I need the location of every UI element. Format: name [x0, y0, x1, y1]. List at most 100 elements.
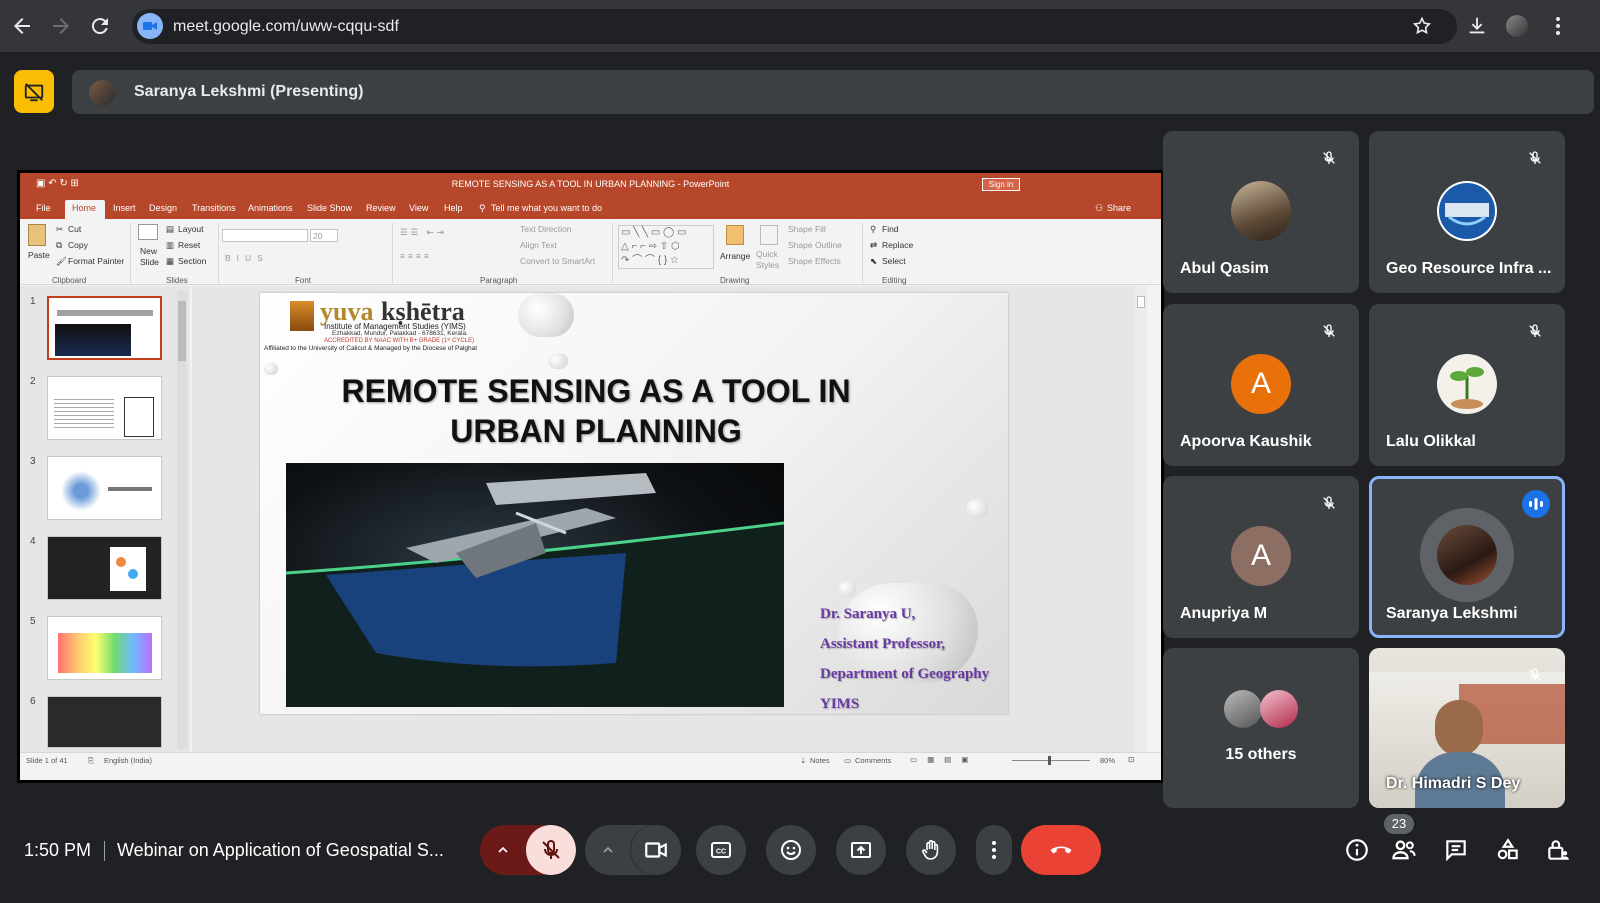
paste-label[interactable]: Paste: [28, 250, 50, 260]
reload-icon[interactable]: [88, 14, 112, 38]
shape-effects-button[interactable]: Shape Effects: [788, 256, 841, 266]
activities-button[interactable]: [1490, 832, 1526, 868]
chat-button[interactable]: [1438, 832, 1474, 868]
more-options-button[interactable]: [976, 825, 1012, 875]
tab-view[interactable]: View: [409, 203, 428, 213]
bookmark-star-icon[interactable]: [1412, 16, 1432, 36]
font-name-box[interactable]: [222, 229, 308, 242]
water-drop-decoration: [548, 353, 568, 369]
replace-button[interactable]: Replace: [882, 240, 913, 250]
new-slide-button[interactable]: New Slide: [140, 246, 162, 268]
stop-presenting-button[interactable]: [14, 70, 54, 113]
tab-insert[interactable]: Insert: [113, 203, 136, 213]
participant-tile-speaking[interactable]: Saranya Lekshmi: [1369, 476, 1565, 638]
notes-button[interactable]: Notes: [810, 756, 830, 765]
quick-styles-icon[interactable]: [760, 225, 778, 245]
others-tile[interactable]: 15 others: [1163, 648, 1359, 808]
mic-toggle-button[interactable]: [526, 825, 576, 875]
tell-me-box[interactable]: Tell me what you want to do: [491, 203, 602, 213]
tab-animations[interactable]: Animations: [248, 203, 293, 213]
author-org: YIMS: [820, 696, 860, 712]
browser-menu-icon[interactable]: [1546, 14, 1570, 38]
tab-help[interactable]: Help: [444, 203, 463, 213]
reset-button[interactable]: Reset: [178, 240, 200, 250]
download-icon[interactable]: [1466, 15, 1488, 37]
tab-transitions[interactable]: Transitions: [192, 203, 236, 213]
people-button[interactable]: [1386, 832, 1422, 868]
shape-fill-button[interactable]: Shape Fill: [788, 224, 826, 234]
current-slide[interactable]: yuva kṣhētra Institute of Management Stu…: [260, 293, 1008, 714]
participant-tile[interactable]: A Anupriya M: [1163, 476, 1359, 638]
participant-tile[interactable]: Abul Qasim: [1163, 131, 1359, 293]
slide-thumbnail-6[interactable]: [47, 696, 162, 748]
tab-review[interactable]: Review: [366, 203, 396, 213]
present-now-button[interactable]: [836, 825, 886, 875]
comments-icon: ▭: [844, 756, 852, 765]
video-options-chevron-icon[interactable]: [585, 825, 631, 875]
plant-avatar: [1437, 354, 1497, 414]
copy-button[interactable]: Copy: [68, 240, 88, 250]
chat-icon: [1446, 840, 1466, 862]
people-count-badge: 23: [1384, 814, 1414, 834]
slide-thumbnail-1[interactable]: [47, 296, 162, 360]
format-painter-button[interactable]: Format Painter: [68, 256, 124, 266]
mic-off-icon: [1316, 145, 1342, 171]
forward-icon[interactable]: [49, 14, 73, 38]
ribbon-divider: [130, 223, 131, 283]
cut-button[interactable]: Cut: [68, 224, 81, 234]
cut-icon: ✂: [56, 224, 64, 234]
font-size-box[interactable]: 20: [310, 229, 338, 242]
convert-smartart-button[interactable]: Convert to SmartArt: [520, 256, 595, 266]
shapes-gallery[interactable]: ▭ ╲ ╲ ▭ ◯ ▭ △ ⌐ ⌐ ⇨ ⇧ ⬡ ↷ ⌒ ⌒ { } ☆: [618, 225, 714, 269]
hand-icon: [922, 839, 939, 860]
participant-tile[interactable]: Geo Resource Infra ...: [1369, 131, 1565, 293]
participant-tile[interactable]: Lalu Olikkal: [1369, 304, 1565, 466]
view-mode-icons[interactable]: ▭▦▤▣: [910, 755, 978, 764]
meeting-details-button[interactable]: [1339, 832, 1375, 868]
zoom-level[interactable]: 80%: [1100, 756, 1115, 765]
tab-file[interactable]: File: [36, 203, 51, 213]
layout-button[interactable]: Layout: [178, 224, 204, 234]
thumbnail-scrollbar[interactable]: [177, 291, 187, 749]
quick-styles-button[interactable]: Quick Styles: [756, 249, 782, 271]
arrange-icon[interactable]: [726, 225, 744, 245]
zoom-slider[interactable]: [1012, 756, 1090, 765]
slide-thumbnail-4[interactable]: [47, 536, 162, 600]
tab-slide-show[interactable]: Slide Show: [307, 203, 352, 213]
comments-button[interactable]: Comments: [855, 756, 891, 765]
slide-thumbnail-2[interactable]: [47, 376, 162, 440]
fit-slide-icon[interactable]: ⊡: [1128, 755, 1134, 764]
participant-tile[interactable]: A Apoorva Kaushik: [1163, 304, 1359, 466]
audio-options-chevron-icon[interactable]: [480, 825, 526, 875]
profile-avatar[interactable]: [1506, 15, 1528, 37]
shape-outline-button[interactable]: Shape Outline: [788, 240, 842, 250]
captions-button[interactable]: CC: [696, 825, 746, 875]
raise-hand-button[interactable]: [906, 825, 956, 875]
ppt-sign-in-button[interactable]: Sign in: [982, 178, 1020, 191]
section-button[interactable]: Section: [178, 256, 206, 266]
arrange-button[interactable]: Arrange: [720, 251, 750, 261]
align-text-button[interactable]: Align Text: [520, 240, 557, 250]
participant-tile-video[interactable]: Dr. Himadri S Dey: [1369, 648, 1565, 808]
thumb-number: 3: [30, 456, 36, 467]
more-vert-icon: [992, 841, 996, 859]
share-button[interactable]: Share: [1107, 203, 1131, 213]
find-button[interactable]: Find: [882, 224, 899, 234]
address-bar[interactable]: meet.google.com/uww-cqqu-sdf: [132, 9, 1457, 44]
select-button[interactable]: Select: [882, 256, 906, 266]
host-controls-button[interactable]: [1540, 832, 1576, 868]
new-slide-icon[interactable]: [138, 224, 158, 240]
reactions-button[interactable]: [766, 825, 816, 875]
camera-toggle-button[interactable]: [631, 825, 681, 875]
back-icon[interactable]: [10, 14, 34, 38]
slide-thumbnail-3[interactable]: [47, 456, 162, 520]
tab-design[interactable]: Design: [149, 203, 177, 213]
tab-home[interactable]: Home: [72, 203, 96, 213]
slide-thumbnail-5[interactable]: [47, 616, 162, 680]
paste-icon[interactable]: [28, 224, 46, 246]
slide-scrollbar[interactable]: [1135, 286, 1147, 752]
text-direction-button[interactable]: Text Direction: [520, 224, 572, 234]
leave-call-button[interactable]: [1021, 825, 1101, 875]
participant-avatar: [1437, 525, 1497, 585]
participant-avatar: [1231, 181, 1291, 241]
